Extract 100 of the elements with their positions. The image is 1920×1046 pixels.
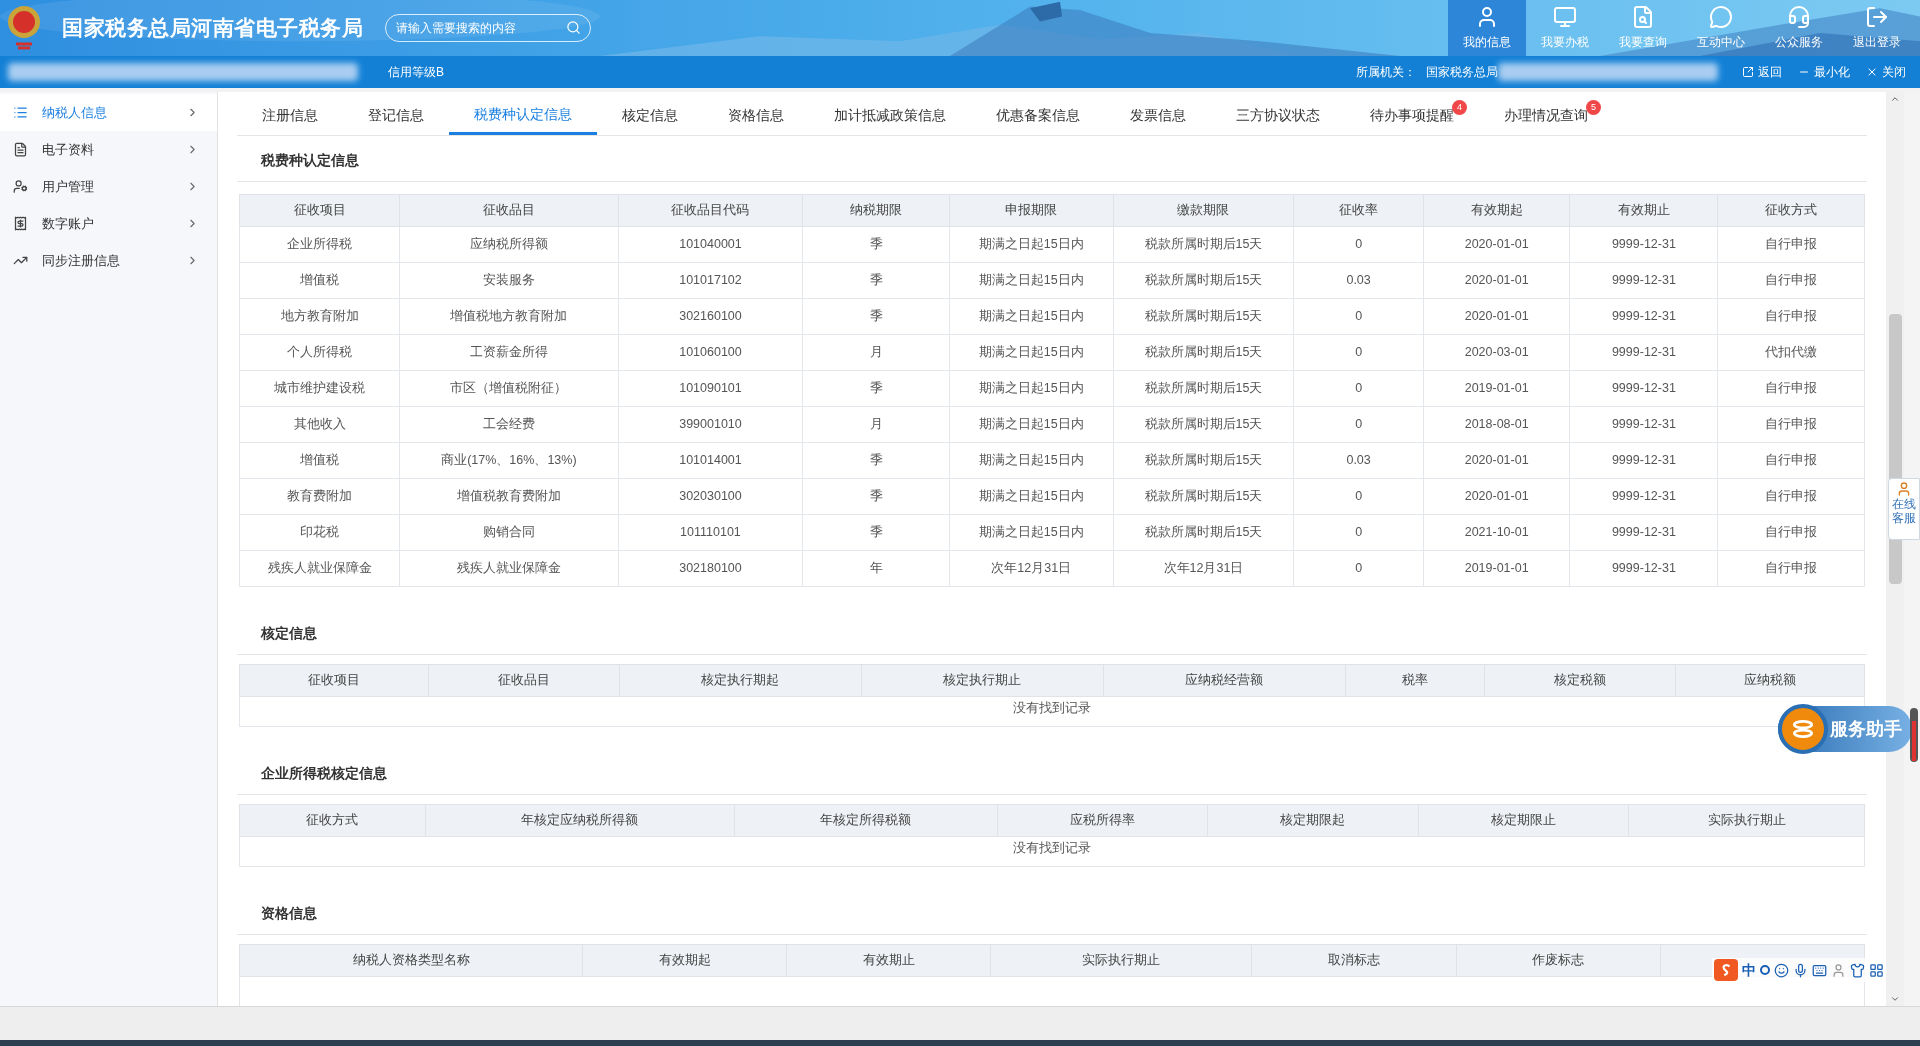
table-cell: 商业(17%、16%、13%) [399,442,619,479]
column-header: 征收品目代码 [618,194,803,227]
tab[interactable]: 加计抵减政策信息 [809,96,971,135]
nav-button[interactable]: 退出登录 [1838,0,1916,56]
table-cell: 季 [802,370,950,407]
table-cell: 期满之日起15日内 [949,298,1114,335]
site-title: 国家税务总局河南省电子税务局 [62,15,364,42]
table-cell: 自行申报 [1717,406,1865,443]
table-cell: 季 [802,442,950,479]
column-header: 取消标志 [1251,944,1457,977]
ime-mode[interactable]: 中 [1742,959,1756,981]
punctuation-icon[interactable] [1760,965,1770,975]
search-field[interactable]: 请输入需要搜索的内容 [385,14,592,42]
tab[interactable]: 注册信息 [237,96,343,135]
sidebar-item[interactable]: 数字账户 [0,205,217,242]
online-service-button[interactable]: 在线 客服 [1888,478,1920,540]
sidebar-item[interactable]: 用户管理 [0,168,217,205]
table-cell: 城市维护建设税 [239,370,400,407]
column-header: 征收方式 [239,804,426,837]
table-cell: 季 [802,226,950,263]
table-cell: 次年12月31日 [949,550,1114,587]
table-cell: 其他收入 [239,406,400,443]
exit-icon [1742,66,1754,78]
keyboard-icon[interactable] [1812,962,1827,978]
table-cell: 0 [1293,514,1424,551]
table-cell: 税款所属时期后15天 [1113,298,1294,335]
nav-button[interactable]: 我的信息 [1448,0,1526,56]
table-cell: 工资薪金所得 [399,334,619,371]
table-cell: 次年12月31日 [1113,550,1294,587]
table-cell: 个人所得税 [239,334,400,371]
credit-level: 信用等级B [388,64,444,81]
table-cell: 安装服务 [399,262,619,299]
tab[interactable]: 发票信息 [1105,96,1211,135]
tab[interactable]: 资格信息 [703,96,809,135]
sidebar-item[interactable]: 同步注册信息 [0,242,217,279]
column-header: 税率 [1345,664,1485,697]
column-header: 征收率 [1293,194,1424,227]
table-cell: 302160100 [618,298,803,335]
scrollbar[interactable] [1886,92,1904,1006]
table-cell: 0 [1293,370,1424,407]
table-cell: 9999-12-31 [1569,478,1718,515]
table-cell: 自行申报 [1717,262,1865,299]
table-cell: 101040001 [618,226,803,263]
table-cell: 税款所属时期后15天 [1113,514,1294,551]
table-cell: 印花税 [239,514,400,551]
table-cell: 期满之日起15日内 [949,442,1114,479]
list-icon [13,105,28,120]
table-cell: 0 [1293,226,1424,263]
scroll-up-icon[interactable] [1890,94,1900,104]
microphone-icon[interactable] [1793,962,1808,978]
table-cell: 0 [1293,550,1424,587]
search-icon[interactable] [566,20,582,35]
thermometer-icon [1910,708,1918,762]
scroll-down-icon[interactable] [1890,994,1900,1004]
tab[interactable]: 办理情况查询 5 [1479,96,1613,135]
grid-icon[interactable] [1869,962,1884,978]
table-cell: 税款所属时期后15天 [1113,478,1294,515]
column-header: 核定执行期止 [861,664,1104,697]
column-header: 有效期止 [786,944,991,977]
column-header: 纳税人资格类型名称 [239,944,583,977]
column-header: 实际执行期止 [1628,804,1865,837]
table-cell: 增值税 [239,262,400,299]
window-action-button[interactable]: 最小化 [1798,63,1850,81]
sidebar-item[interactable]: 纳税人信息 [0,94,217,131]
shirt-icon[interactable] [1850,962,1865,978]
tab[interactable]: 登记信息 [343,96,449,135]
sidebar-item[interactable]: 电子资料 [0,131,217,168]
table-cell: 101017102 [618,262,803,299]
column-header: 应纳税经营额 [1103,664,1346,697]
table-cell: 9999-12-31 [1569,334,1718,371]
smile-icon[interactable] [1774,962,1789,978]
table-cell: 101110101 [618,514,803,551]
table-cell: 2020-01-01 [1423,226,1570,263]
user-icon[interactable] [1831,962,1846,978]
table-cell: 季 [802,478,950,515]
table-cell: 期满之日起15日内 [949,226,1114,263]
column-header: 征收项目 [239,664,429,697]
receipt-icon [13,216,28,231]
table-cell: 残疾人就业保障金 [239,550,400,587]
table-cell: 增值税地方教育附加 [399,298,619,335]
table-cell: 9999-12-31 [1569,406,1718,443]
table-cell: 企业所得税 [239,226,400,263]
tab[interactable]: 三方协议状态 [1211,96,1345,135]
tab[interactable]: 优惠备案信息 [971,96,1105,135]
nav-button[interactable]: 公众服务 [1760,0,1838,56]
table-cell: 2021-10-01 [1423,514,1570,551]
table-cell: 税款所属时期后15天 [1113,406,1294,443]
tab[interactable]: 核定信息 [597,96,703,135]
table-cell: 月 [802,406,950,443]
table-cell: 9999-12-31 [1569,370,1718,407]
table-cell: 季 [802,298,950,335]
window-action-button[interactable]: 返回 [1742,63,1782,81]
column-header: 纳税期限 [802,194,950,227]
table-cell: 季 [802,262,950,299]
table-cell: 2020-01-01 [1423,262,1570,299]
window-action-button[interactable]: 关闭 [1866,63,1906,81]
tab[interactable]: 税费种认定信息 [449,96,597,135]
column-header: 核定执行期起 [619,664,862,697]
tab[interactable]: 待办事项提醒 4 [1345,96,1479,135]
chat-bubble-icon [1709,5,1733,29]
